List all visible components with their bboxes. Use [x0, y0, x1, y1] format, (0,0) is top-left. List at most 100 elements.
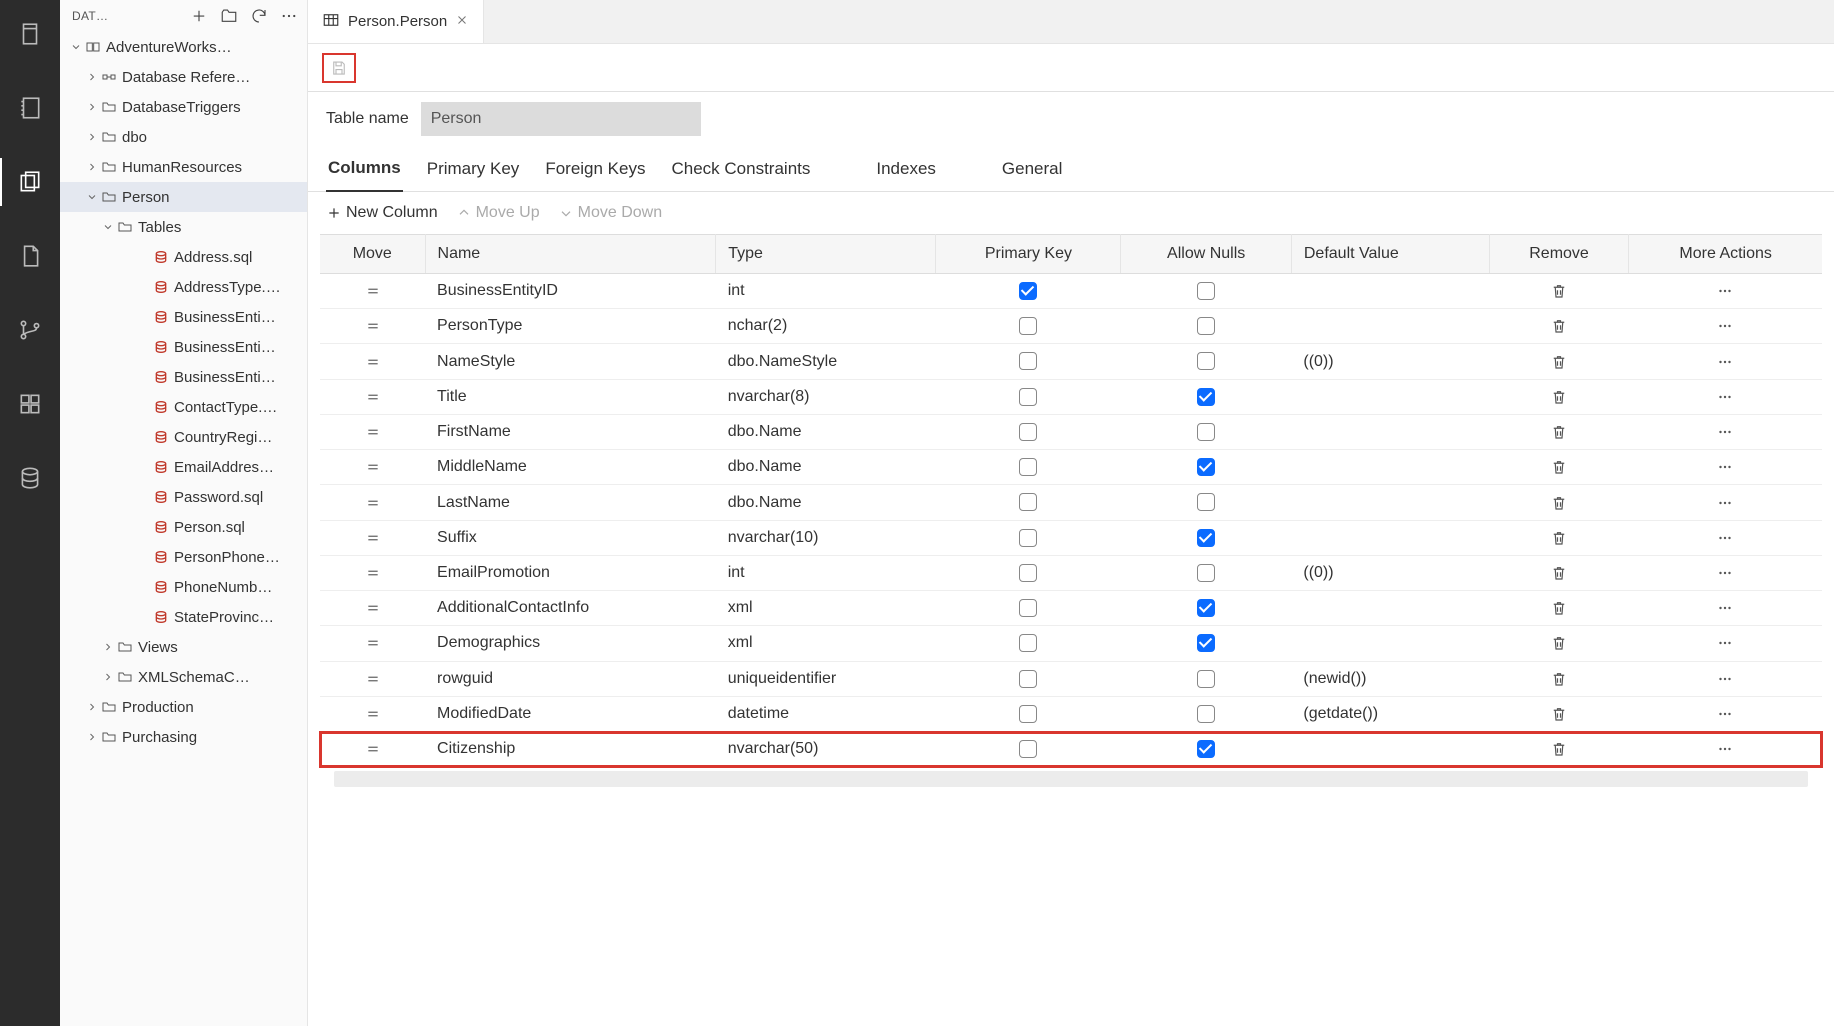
allow-nulls-checkbox[interactable] — [1197, 423, 1215, 441]
database-icon[interactable] — [0, 454, 60, 502]
tree-item[interactable]: ContactType.… — [60, 392, 307, 422]
open-folder-icon[interactable] — [219, 6, 239, 26]
tree-item[interactable]: Database Refere… — [60, 62, 307, 92]
editor-tab[interactable]: Person.Person — [308, 0, 484, 43]
section-tab-foreign-keys[interactable]: Foreign Keys — [543, 153, 647, 191]
tree-item[interactable]: PhoneNumb… — [60, 572, 307, 602]
drag-handle-icon[interactable] — [332, 636, 413, 650]
table-row[interactable]: rowguiduniqueidentifier(newid()) — [320, 661, 1822, 696]
chevron-down-icon[interactable] — [84, 191, 100, 203]
move-up-button[interactable]: Move Up — [456, 204, 540, 222]
more-actions-icon[interactable] — [1641, 564, 1810, 582]
drag-handle-icon[interactable] — [332, 566, 413, 580]
tree-item[interactable]: AddressType.… — [60, 272, 307, 302]
primary-key-checkbox[interactable] — [1019, 493, 1037, 511]
trash-icon[interactable] — [1501, 282, 1617, 300]
more-actions-icon[interactable] — [1641, 353, 1810, 371]
more-actions-icon[interactable] — [1641, 388, 1810, 406]
primary-key-checkbox[interactable] — [1019, 388, 1037, 406]
primary-key-checkbox[interactable] — [1019, 564, 1037, 582]
tree-item[interactable]: dbo — [60, 122, 307, 152]
drag-handle-icon[interactable] — [332, 496, 413, 510]
chevron-down-icon[interactable] — [100, 221, 116, 233]
allow-nulls-checkbox[interactable] — [1197, 352, 1215, 370]
table-row[interactable]: Suffixnvarchar(10) — [320, 520, 1822, 555]
primary-key-checkbox[interactable] — [1019, 282, 1037, 300]
trash-icon[interactable] — [1501, 634, 1617, 652]
more-actions-icon[interactable] — [1641, 599, 1810, 617]
section-tab-primary-key[interactable]: Primary Key — [425, 153, 522, 191]
more-actions-icon[interactable] — [1641, 494, 1810, 512]
tree-item[interactable]: StateProvinc… — [60, 602, 307, 632]
extensions-icon[interactable] — [0, 380, 60, 428]
trash-icon[interactable] — [1501, 564, 1617, 582]
tree-item[interactable]: CountryRegi… — [60, 422, 307, 452]
more-actions-icon[interactable] — [1641, 529, 1810, 547]
drag-handle-icon[interactable] — [332, 707, 413, 721]
table-row[interactable]: Demographicsxml — [320, 626, 1822, 661]
drag-handle-icon[interactable] — [332, 742, 413, 756]
trash-icon[interactable] — [1501, 705, 1617, 723]
more-actions-icon[interactable] — [1641, 634, 1810, 652]
trash-icon[interactable] — [1501, 317, 1617, 335]
tree-item[interactable]: HumanResources — [60, 152, 307, 182]
branch-icon[interactable] — [0, 306, 60, 354]
allow-nulls-checkbox[interactable] — [1197, 634, 1215, 652]
primary-key-checkbox[interactable] — [1019, 352, 1037, 370]
primary-key-checkbox[interactable] — [1019, 423, 1037, 441]
move-down-button[interactable]: Move Down — [558, 204, 662, 222]
chevron-right-icon[interactable] — [84, 71, 100, 83]
trash-icon[interactable] — [1501, 458, 1617, 476]
table-row[interactable]: Titlenvarchar(8) — [320, 379, 1822, 414]
allow-nulls-checkbox[interactable] — [1197, 388, 1215, 406]
trash-icon[interactable] — [1501, 670, 1617, 688]
page-icon[interactable] — [0, 10, 60, 58]
trash-icon[interactable] — [1501, 388, 1617, 406]
trash-icon[interactable] — [1501, 423, 1617, 441]
more-actions-icon[interactable] — [1641, 317, 1810, 335]
tree-item[interactable]: PersonPhone… — [60, 542, 307, 572]
chevron-right-icon[interactable] — [100, 671, 116, 683]
drag-handle-icon[interactable] — [332, 355, 413, 369]
more-actions-icon[interactable] — [1641, 423, 1810, 441]
allow-nulls-checkbox[interactable] — [1197, 529, 1215, 547]
section-tab-check-constraints[interactable]: Check Constraints — [669, 153, 812, 191]
section-tab-indexes[interactable]: Indexes — [874, 153, 938, 191]
tree-item[interactable]: Production — [60, 692, 307, 722]
drag-handle-icon[interactable] — [332, 390, 413, 404]
tree-item[interactable]: Password.sql — [60, 482, 307, 512]
primary-key-checkbox[interactable] — [1019, 634, 1037, 652]
tree-item[interactable]: Address.sql — [60, 242, 307, 272]
allow-nulls-checkbox[interactable] — [1197, 493, 1215, 511]
files-icon[interactable] — [0, 158, 60, 206]
tree-item[interactable]: AdventureWorks… — [60, 32, 307, 62]
drag-handle-icon[interactable] — [332, 460, 413, 474]
drag-handle-icon[interactable] — [332, 601, 413, 615]
tree-item[interactable]: BusinessEnti… — [60, 362, 307, 392]
notebook-icon[interactable] — [0, 84, 60, 132]
table-row[interactable]: Citizenshipnvarchar(50) — [320, 732, 1822, 767]
drag-handle-icon[interactable] — [332, 284, 413, 298]
primary-key-checkbox[interactable] — [1019, 317, 1037, 335]
tree-item[interactable]: Person.sql — [60, 512, 307, 542]
chevron-right-icon[interactable] — [84, 731, 100, 743]
more-actions-icon[interactable] — [1641, 670, 1810, 688]
chevron-right-icon[interactable] — [84, 161, 100, 173]
tree-item[interactable]: Person — [60, 182, 307, 212]
primary-key-checkbox[interactable] — [1019, 705, 1037, 723]
plus-icon[interactable] — [189, 6, 209, 26]
table-name-input[interactable] — [421, 102, 701, 136]
allow-nulls-checkbox[interactable] — [1197, 564, 1215, 582]
more-actions-icon[interactable] — [1641, 705, 1810, 723]
close-icon[interactable] — [455, 13, 469, 31]
tree-item[interactable]: BusinessEnti… — [60, 302, 307, 332]
table-row[interactable]: PersonTypenchar(2) — [320, 309, 1822, 344]
table-row[interactable]: AdditionalContactInfoxml — [320, 591, 1822, 626]
trash-icon[interactable] — [1501, 599, 1617, 617]
table-row[interactable]: NameStyledbo.NameStyle((0)) — [320, 344, 1822, 379]
tree-item[interactable]: BusinessEnti… — [60, 332, 307, 362]
table-row[interactable]: EmailPromotionint((0)) — [320, 555, 1822, 590]
more-actions-icon[interactable] — [1641, 458, 1810, 476]
drag-handle-icon[interactable] — [332, 531, 413, 545]
trash-icon[interactable] — [1501, 529, 1617, 547]
